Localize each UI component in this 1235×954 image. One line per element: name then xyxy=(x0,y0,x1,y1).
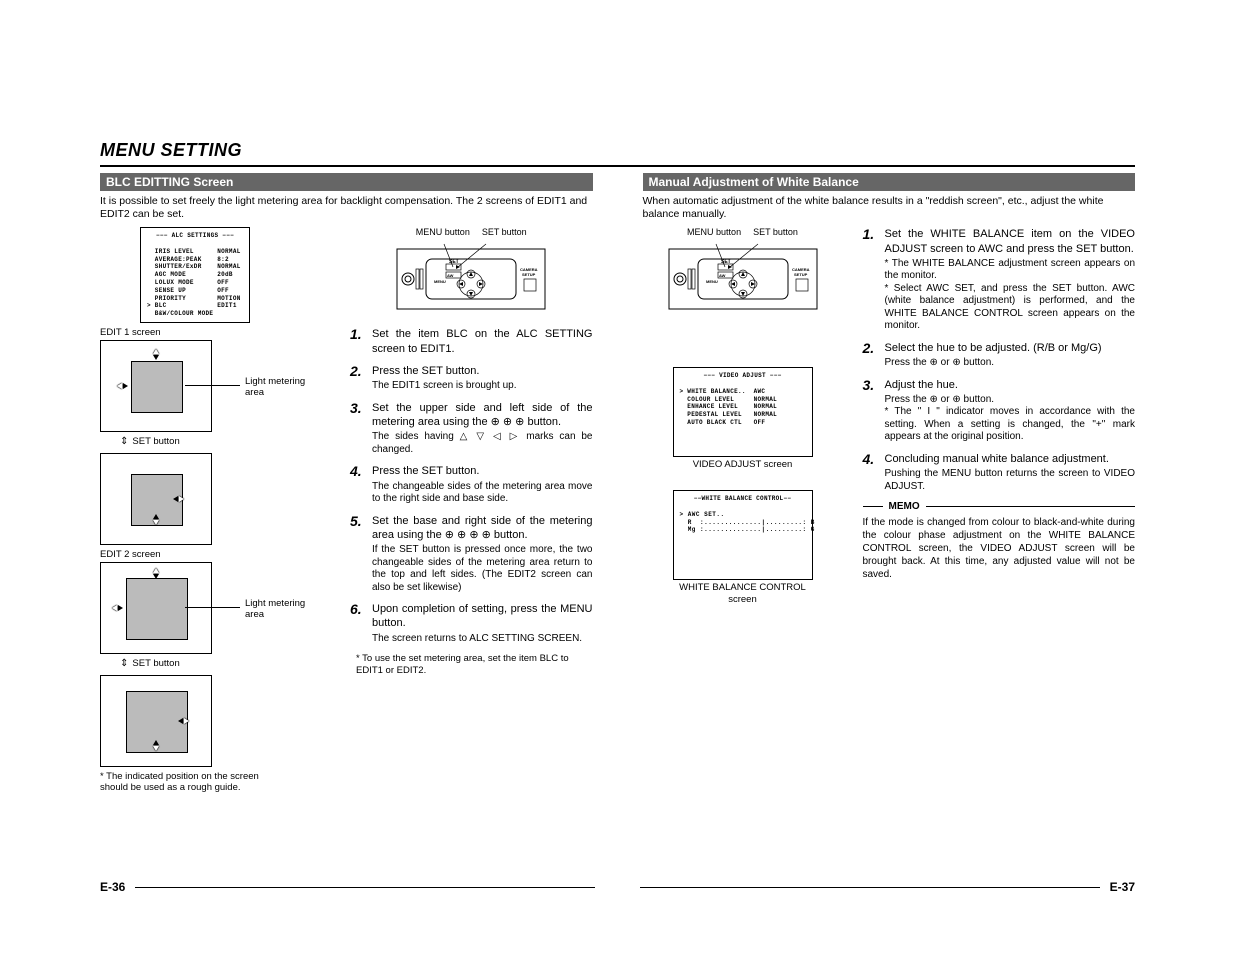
section-heading-blc: BLC EDITTING Screen xyxy=(100,173,593,191)
post-note: * To use the set metering area, set the … xyxy=(356,653,593,676)
manual-page: MENU SETTING BLC EDITTING Screen It is p… xyxy=(0,0,1235,954)
edit1-diagram-a xyxy=(100,340,212,432)
section-heading-wb: Manual Adjustment of White Balance xyxy=(643,173,1136,191)
video-adjust-caption: VIDEO ADJUST screen xyxy=(673,459,813,470)
memo-body: If the mode is changed from colour to bl… xyxy=(863,516,1136,581)
wb-control-screen: −−WHITE BALANCE CONTROL−− > AWC SET.. R … xyxy=(673,490,813,580)
step-item: Set the WHITE BALANCE item on the VIDEO … xyxy=(863,227,1136,333)
page-number-left: E-36 xyxy=(100,880,125,894)
step-item: Press the SET button.The EDIT1 screen is… xyxy=(350,364,593,393)
step-item: Press the SET button.The changeable side… xyxy=(350,464,593,505)
set-button-indicator-2: ⇕ SET button xyxy=(120,658,340,669)
updown-arrow-icon: ⇕ xyxy=(120,436,128,447)
left-column: BLC EDITTING Screen It is possible to se… xyxy=(100,173,593,794)
intro-text-right: When automatic adjustment of the white b… xyxy=(643,195,1136,221)
page-title: MENU SETTING xyxy=(100,140,1135,161)
left-steps: Set the item BLC on the ALC SETTING scre… xyxy=(350,327,593,645)
step-item: Upon completion of setting, press the ME… xyxy=(350,602,593,645)
step-item: Set the upper side and left side of the … xyxy=(350,401,593,457)
set-button-label: SET button xyxy=(482,227,527,237)
light-metering-callout-2: Light metering area xyxy=(245,598,315,620)
svg-text:MENU: MENU xyxy=(434,279,446,284)
right-steps: Set the WHITE BALANCE item on the VIDEO … xyxy=(863,227,1136,493)
step-item: Adjust the hue.Press the ⊕ or ⊕ button.*… xyxy=(863,378,1136,444)
menu-button-label: MENU button xyxy=(416,227,470,237)
memo-heading: MEMO xyxy=(863,501,1136,512)
svg-text:SETUP: SETUP xyxy=(794,272,808,277)
right-column: Manual Adjustment of White Balance When … xyxy=(643,173,1136,794)
edit2-label: EDIT 2 screen xyxy=(100,549,340,560)
edit2-diagram-a xyxy=(100,562,212,654)
step-item: Concluding manual white balance adjustme… xyxy=(863,452,1136,493)
menu-button-label: MENU button xyxy=(687,227,741,237)
edit1-diagram-b xyxy=(100,453,212,545)
wb-control-caption: WHITE BALANCE CONTROL screen xyxy=(673,582,813,605)
updown-arrow-icon: ⇕ xyxy=(120,658,128,669)
intro-text: It is possible to set freely the light m… xyxy=(100,195,593,221)
camera-control-panel: SET AW MENU xyxy=(396,239,546,319)
page-number-right: E-37 xyxy=(1110,880,1135,894)
step-item: Set the base and right side of the meter… xyxy=(350,514,593,595)
svg-text:SETUP: SETUP xyxy=(522,272,536,277)
rough-guide-note: * The indicated position on the screen s… xyxy=(100,771,280,794)
step-item: Set the item BLC on the ALC SETTING scre… xyxy=(350,327,593,356)
title-rule xyxy=(100,165,1135,167)
set-button-indicator-1: ⇕ SET button xyxy=(120,436,340,447)
video-adjust-screen: −−− VIDEO ADJUST −−− > WHITE BALANCE.. A… xyxy=(673,367,813,457)
alc-settings-screen: −−− ALC SETTINGS −−− IRIS LEVEL NORMAL A… xyxy=(140,227,250,323)
set-button-label: SET button xyxy=(753,227,798,237)
light-metering-callout: Light metering area xyxy=(245,376,315,398)
svg-text:MENU: MENU xyxy=(706,279,718,284)
step-item: Select the hue to be adjusted. (R/B or M… xyxy=(863,341,1136,370)
camera-control-panel-right: SET AW MENU xyxy=(668,239,818,319)
edit1-label: EDIT 1 screen xyxy=(100,327,340,338)
svg-text:AW: AW xyxy=(719,273,726,278)
edit2-diagram-b xyxy=(100,675,212,767)
svg-text:AW: AW xyxy=(447,273,454,278)
